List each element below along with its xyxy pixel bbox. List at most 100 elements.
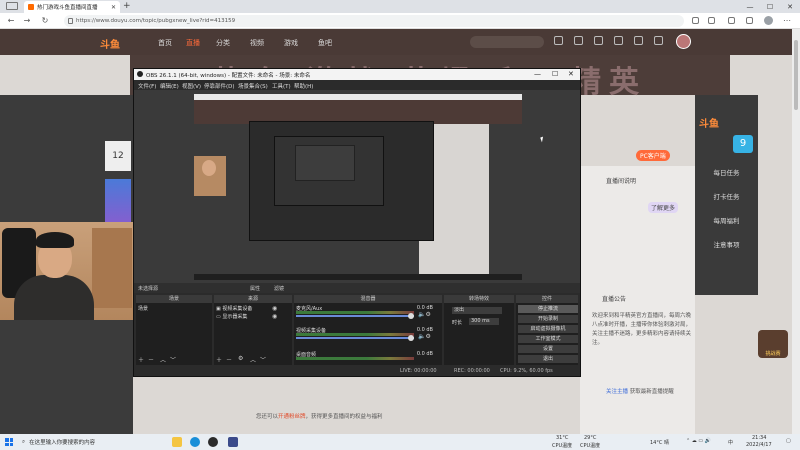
favorite-star-icon[interactable] — [708, 17, 715, 24]
windows-start-icon[interactable] — [5, 438, 13, 446]
tray-weather[interactable]: 14°C 晴 — [650, 439, 669, 446]
obs-menubar: 文件(F) 编辑(E) 视图(V) 停靠部件(D) 场景集合(S) 工具(T) … — [134, 80, 580, 90]
source-item-display[interactable]: ▭ 显示器采集 — [216, 313, 247, 320]
visibility-eye-icon-2[interactable]: ◉ — [272, 313, 277, 320]
rail-logo: 斗鱼 — [699, 119, 719, 130]
gift-icon[interactable] — [634, 36, 643, 45]
obs-close-icon[interactable]: ✕ — [568, 70, 574, 78]
learn-more-button[interactable]: 了解更多 — [648, 202, 679, 213]
nav-home[interactable]: 首页 — [158, 38, 172, 48]
scene-down-icon[interactable]: ﹀ — [170, 355, 176, 364]
message-icon[interactable] — [614, 36, 623, 45]
visibility-eye-icon[interactable]: ◉ — [272, 305, 277, 312]
speaker-icon-2[interactable]: 🔈⚙ — [418, 333, 431, 340]
close-icon[interactable]: ✕ — [780, 0, 800, 13]
obs-minimize-icon[interactable]: — — [534, 70, 541, 78]
nav-live[interactable]: 直播 — [186, 38, 200, 48]
tray-temp2-label: CPU温度 — [580, 443, 601, 449]
video-icon[interactable] — [594, 36, 603, 45]
menu-view[interactable]: 视图(V) — [182, 82, 201, 90]
source-down-icon[interactable]: ﹀ — [260, 355, 266, 364]
rail-item-checkin[interactable]: 打卡任务 — [695, 191, 758, 201]
source-item-camera[interactable]: ▣ 视频采集设备 — [216, 305, 252, 312]
source-up-icon[interactable]: ︿ — [250, 355, 256, 364]
mixer-camera-fader-knob[interactable] — [408, 335, 414, 341]
edge-browser-icon[interactable] — [190, 437, 200, 447]
settings-button[interactable]: 设置 — [518, 345, 578, 353]
new-tab-button[interactable]: + — [123, 1, 131, 11]
douyu-search-input[interactable] — [470, 36, 544, 48]
virtual-camera-button[interactable]: 启动虚拟摄像机 — [518, 325, 578, 333]
obs-preview[interactable] — [134, 90, 580, 283]
tip-link[interactable]: 开通粉丝牌 — [278, 414, 306, 420]
clock-date[interactable]: 2022/4/17 — [746, 442, 772, 448]
download-icon[interactable] — [654, 36, 663, 45]
tab-actions-icon[interactable] — [6, 2, 18, 10]
profile-avatar[interactable] — [764, 16, 773, 25]
input-language[interactable]: 中 — [728, 439, 733, 446]
menu-help[interactable]: 帮助(H) — [294, 82, 313, 90]
menu-edit[interactable]: 编辑(E) — [160, 82, 179, 90]
mixer-mic-fader[interactable] — [296, 315, 414, 317]
nav-fishbar[interactable]: 鱼吧 — [318, 38, 332, 48]
collections-icon[interactable] — [746, 17, 753, 24]
source-settings-icon[interactable]: ⚙ — [238, 355, 243, 362]
back-icon[interactable]: ← — [6, 16, 16, 25]
tab-close-icon[interactable]: ✕ — [111, 4, 116, 11]
refresh-icon[interactable]: ↻ — [40, 16, 50, 25]
tray-icons[interactable]: ⌃ ☁ ▭ 🔊 — [686, 438, 711, 444]
menu-scene-collection[interactable]: 场景集合(S) — [238, 82, 268, 90]
minimize-icon[interactable]: — — [740, 0, 760, 13]
follow-icon[interactable] — [574, 36, 583, 45]
nav-video[interactable]: 视频 — [250, 38, 264, 48]
properties-button[interactable]: 属性 — [250, 285, 260, 292]
url-field[interactable]: https://www.douyu.com/topic/pubgxnew_liv… — [64, 15, 684, 27]
scene-remove-icon[interactable]: － — [148, 355, 154, 364]
duration-input[interactable]: 300 ms — [469, 318, 499, 325]
history-icon[interactable] — [554, 36, 563, 45]
rail-item-notes[interactable]: 注意事项 — [695, 239, 758, 249]
douyu-logo[interactable]: 斗鱼 — [100, 36, 120, 51]
extensions-icon[interactable] — [728, 17, 735, 24]
studio-mode-button[interactable]: 工作室模式 — [518, 335, 578, 343]
nav-game[interactable]: 游戏 — [284, 38, 298, 48]
clock-time[interactable]: 21:34 — [752, 435, 766, 441]
pc-client-button[interactable]: PC客户端 — [636, 150, 670, 161]
start-recording-button[interactable]: 开始录制 — [518, 315, 578, 323]
nav-category[interactable]: 分类 — [216, 38, 230, 48]
shield-app-icon[interactable] — [228, 437, 238, 447]
source-add-icon[interactable]: ＋ — [216, 355, 222, 364]
scene-item[interactable]: 场景 — [138, 305, 148, 312]
forward-icon[interactable]: → — [22, 16, 32, 25]
menu-dock[interactable]: 停靠部件(D) — [204, 82, 235, 90]
page-scrollbar-thumb[interactable] — [794, 40, 798, 110]
more-icon[interactable]: ⋯ — [782, 16, 792, 25]
menu-tools[interactable]: 工具(T) — [272, 82, 291, 90]
obs-maximize-icon[interactable]: ☐ — [552, 70, 558, 78]
mixer-camera-fader[interactable] — [296, 337, 414, 339]
user-avatar[interactable] — [676, 34, 691, 49]
rail-item-daily[interactable]: 每日任务 — [695, 167, 758, 177]
filters-button[interactable]: 滤镜 — [274, 285, 284, 292]
scene-add-icon[interactable]: ＋ — [138, 355, 144, 364]
follow-link[interactable]: 关注主播 — [606, 389, 628, 395]
menu-file[interactable]: 文件(F) — [138, 82, 156, 90]
read-aloud-icon[interactable] — [692, 17, 699, 24]
mixer-mic-fader-knob[interactable] — [408, 313, 414, 319]
maximize-icon[interactable]: ☐ — [760, 0, 780, 13]
obs-titlebar[interactable]: OBS 26.1.1 (64-bit, windows) - 配置文件: 未命名… — [134, 69, 580, 80]
left-card-count[interactable]: 12 — [105, 141, 131, 171]
obs-app-icon[interactable] — [208, 437, 218, 447]
taskbar-search[interactable]: ⌕ 在这里输入你要搜索的内容 — [22, 436, 162, 448]
browser-tab[interactable]: 热门游戏斗鱼直播间直播 ✕ — [24, 1, 120, 13]
exit-button[interactable]: 退出 — [518, 355, 578, 363]
rail-item-weekly[interactable]: 每周福利 — [695, 215, 758, 225]
speaker-icon[interactable]: 🔈⚙ — [418, 311, 431, 318]
source-remove-icon[interactable]: － — [226, 355, 232, 364]
mixer-row-desktop: 桌面音频 0.0 dB — [296, 351, 439, 365]
scene-up-icon[interactable]: ︿ — [160, 355, 166, 364]
stop-stream-button[interactable]: 停止推流 — [518, 305, 578, 313]
transition-select[interactable]: 淡出 — [452, 307, 502, 314]
notification-icon[interactable]: ▢ — [786, 438, 791, 444]
file-explorer-icon[interactable] — [172, 437, 182, 447]
